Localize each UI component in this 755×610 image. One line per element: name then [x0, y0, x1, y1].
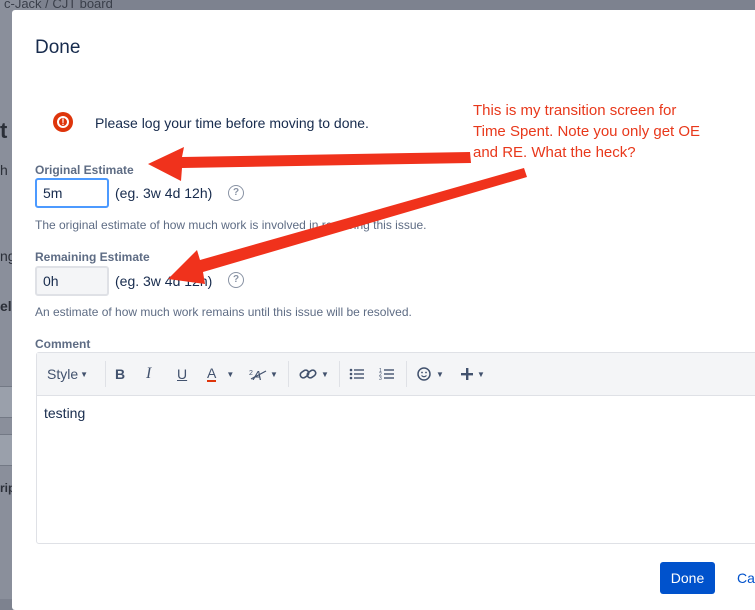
- annotation-arrow-1: [148, 147, 471, 181]
- annotation-arrow-2: [168, 168, 527, 284]
- annotation-arrows: [148, 147, 527, 284]
